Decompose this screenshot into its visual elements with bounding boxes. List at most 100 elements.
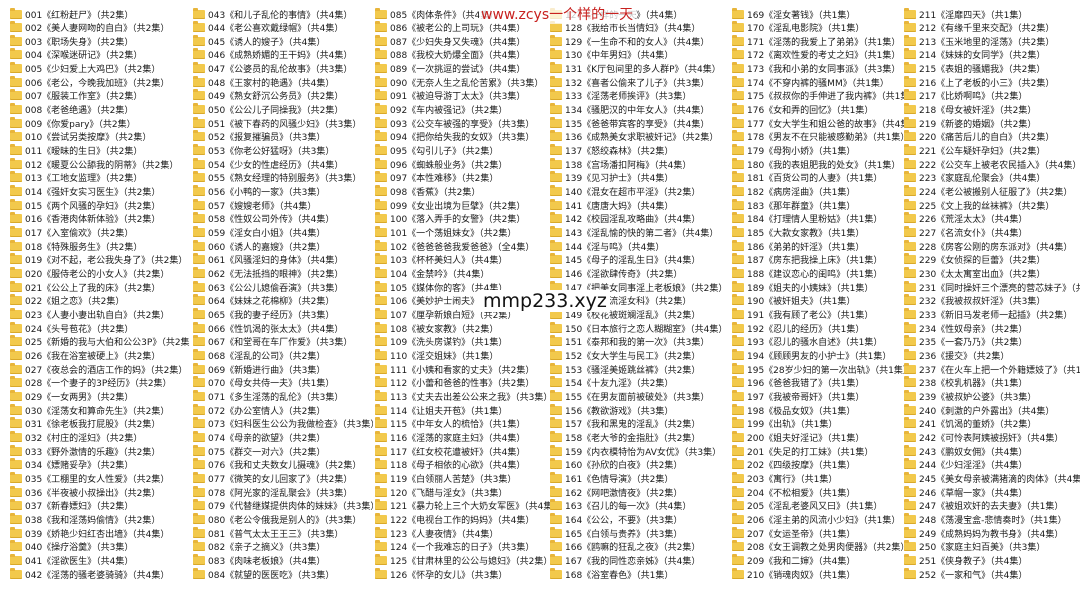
- folder-icon: [904, 171, 916, 183]
- folder-icon: [10, 34, 22, 46]
- folder-icon: [193, 362, 205, 374]
- folder-icon: [193, 89, 205, 101]
- folder-item[interactable]: 168《浴室春色》（共1集）: [550, 565, 730, 583]
- folder-icon: [193, 349, 205, 360]
- folder-icon: [193, 212, 205, 224]
- folder-icon: [375, 212, 387, 224]
- folder-icon: [193, 430, 205, 442]
- folder-icon: [904, 526, 916, 538]
- folder-icon: [375, 226, 387, 238]
- folder-icon: [10, 308, 22, 320]
- folder-icon: [375, 458, 387, 470]
- folder-icon: [904, 458, 916, 470]
- folder-item[interactable]: 126《怀孕的女儿》（共3集）: [375, 565, 555, 583]
- folder-icon: [375, 21, 387, 33]
- folder-icon: [904, 144, 916, 156]
- folder-icon: [10, 526, 22, 538]
- folder-icon: [732, 212, 744, 224]
- folder-icon: [375, 444, 387, 456]
- folder-icon: [375, 48, 387, 60]
- folder-item[interactable]: 252《一家和气》（共4集）: [904, 565, 1080, 583]
- folder-icon: [375, 526, 387, 538]
- folder-icon: [193, 444, 205, 456]
- folder-icon: [10, 294, 22, 306]
- folder-icon: [10, 75, 22, 87]
- folder-icon: [732, 171, 744, 183]
- folder-icon: [193, 280, 205, 292]
- folder-icon: [732, 362, 744, 374]
- folder-icon: [904, 294, 916, 306]
- folder-icon: [732, 458, 744, 470]
- folder-icon: [732, 335, 744, 347]
- folder-icon: [375, 280, 387, 292]
- folder-icon: [193, 294, 205, 306]
- folder-icon: [904, 21, 916, 33]
- folder-icon: [375, 321, 387, 333]
- folder-icon: [904, 389, 916, 401]
- folder-icon: [10, 567, 22, 579]
- folder-icon: [10, 239, 22, 251]
- folder-icon: [550, 253, 562, 265]
- folder-icon: [193, 7, 205, 19]
- folder-label: 252《一家和气》（共4集）: [919, 570, 1028, 581]
- folder-icon: [904, 62, 916, 74]
- folder-item[interactable]: 210《销魂肉奴》（共1集）: [732, 565, 912, 583]
- folder-icon: [10, 335, 22, 347]
- folder-icon: [550, 349, 562, 360]
- folder-item[interactable]: 042《淫荡的骚老婆骑骑》（共4集）: [10, 565, 190, 583]
- folder-icon: [193, 485, 205, 497]
- folder-item[interactable]: 084《就望的医医吃》（共3集）: [193, 565, 373, 583]
- folder-icon: [904, 499, 916, 511]
- folder-icon: [904, 212, 916, 224]
- folder-icon: [193, 253, 205, 265]
- folder-icon: [732, 567, 744, 579]
- folder-icon: [10, 62, 22, 74]
- folder-icon: [550, 21, 562, 33]
- folder-icon: [732, 526, 744, 538]
- folder-icon: [550, 116, 562, 128]
- folder-icon: [904, 553, 916, 565]
- folder-icon: [904, 267, 916, 279]
- folder-icon: [550, 430, 562, 442]
- folder-icon: [904, 349, 916, 360]
- folder-label: 084《就望的医医吃》（共3集）: [208, 570, 335, 581]
- folder-icon: [375, 239, 387, 251]
- folder-icon: [375, 103, 387, 115]
- folder-icon: [904, 362, 916, 374]
- folder-icon: [375, 553, 387, 565]
- folder-icon: [550, 212, 562, 224]
- folder-icon: [550, 321, 562, 333]
- folder-icon: [550, 499, 562, 511]
- folder-icon: [375, 144, 387, 156]
- folder-icon: [193, 376, 205, 388]
- folder-icon: [550, 171, 562, 183]
- folder-icon: [193, 75, 205, 87]
- folder-icon: [732, 417, 744, 429]
- folder-icon: [375, 7, 387, 19]
- folder-icon: [732, 34, 744, 46]
- folder-icon: [193, 62, 205, 74]
- folder-icon: [193, 34, 205, 46]
- folder-icon: [10, 280, 22, 292]
- folder-icon: [375, 198, 387, 210]
- folder-icon: [375, 362, 387, 374]
- folder-icon: [10, 389, 22, 401]
- folder-icon: [375, 308, 387, 320]
- folder-icon: [732, 253, 744, 265]
- folder-icon: [10, 253, 22, 265]
- folder-icon: [550, 239, 562, 251]
- folder-icon: [10, 540, 22, 552]
- folder-icon: [904, 7, 916, 19]
- folder-icon: [375, 267, 387, 279]
- folder-icon: [10, 417, 22, 429]
- folder-icon: [732, 89, 744, 101]
- folder-icon: [375, 430, 387, 442]
- folder-icon: [193, 540, 205, 552]
- folder-icon: [550, 75, 562, 87]
- folder-icon: [375, 116, 387, 128]
- folder-icon: [375, 403, 387, 415]
- folder-icon: [193, 198, 205, 210]
- folder-icon: [732, 198, 744, 210]
- folder-icon: [375, 471, 387, 483]
- folder-icon: [550, 198, 562, 210]
